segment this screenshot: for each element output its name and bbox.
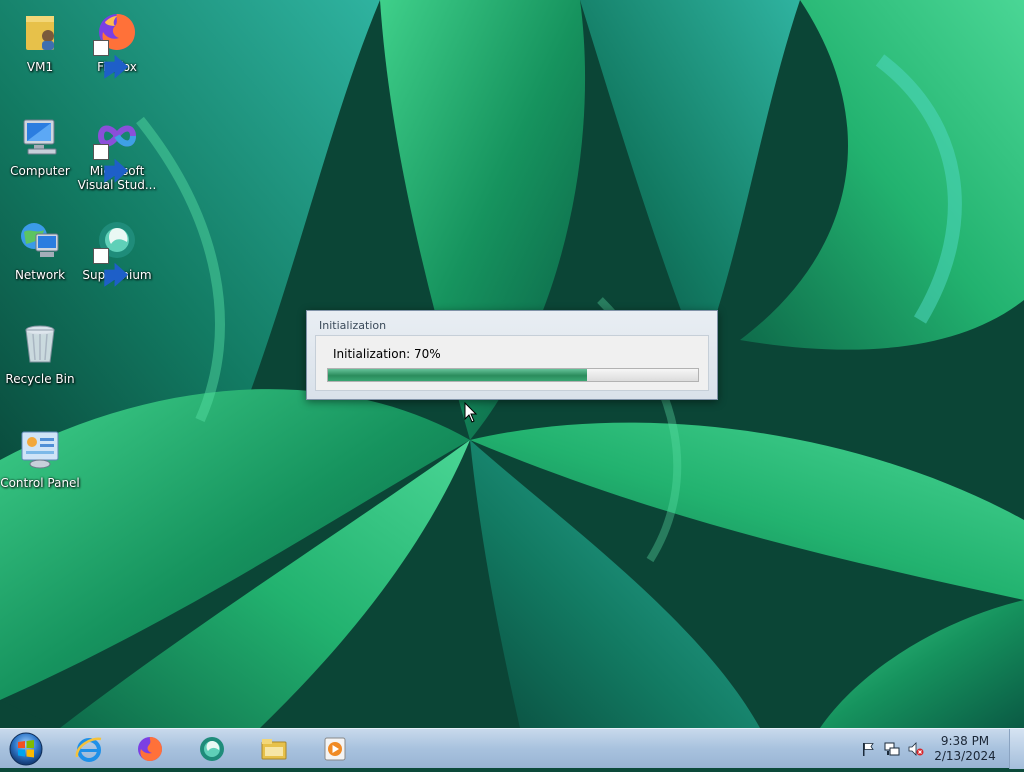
dialog-title: Initialization <box>319 319 387 332</box>
shortcut-arrow-icon <box>93 248 129 287</box>
volume-muted-icon[interactable] <box>908 741 924 757</box>
progress-bar-fill <box>328 369 587 381</box>
clock-time: 9:38 PM <box>940 734 990 748</box>
progress-status-text: Initialization: 70% <box>333 347 441 361</box>
desktop-icon-firefox[interactable]: Firefox <box>77 4 157 96</box>
dialog-body: Initialization: 70% <box>315 335 709 391</box>
taskbar-file-explorer[interactable] <box>245 731 303 767</box>
desktop-icon-control-panel[interactable]: Control Panel <box>0 420 80 512</box>
firefox-icon <box>138 737 162 761</box>
taskbar-media-player[interactable] <box>306 731 364 767</box>
desktop-icon-label: Network <box>14 268 66 282</box>
desktop-icon-visual-studio[interactable]: Microsoft Visual Stud... <box>77 108 157 200</box>
taskbar-supermium[interactable] <box>183 731 241 767</box>
supermium-icon <box>93 216 141 287</box>
visual-studio-icon <box>93 112 141 183</box>
system-tray: 9:38 PM 2/13/2024 <box>854 729 1024 769</box>
windows-start-orb-icon <box>9 732 43 766</box>
action-center-flag-icon[interactable] <box>860 741 876 757</box>
recycle-bin-icon <box>16 320 64 368</box>
desktop-icon-network[interactable]: Network <box>0 212 80 304</box>
start-button[interactable] <box>6 730 46 768</box>
clock-date: 2/13/2024 <box>934 749 996 763</box>
network-icon <box>16 216 64 264</box>
network-tray-icon[interactable] <box>884 741 900 757</box>
desktop-icon-vm1[interactable]: VM1 <box>0 4 80 96</box>
media-player-icon <box>324 737 346 761</box>
desktop-icon-label: Control Panel <box>0 476 80 490</box>
computer-icon <box>16 112 64 160</box>
progress-bar <box>327 368 699 382</box>
desktop-icon-recycle-bin[interactable]: Recycle Bin <box>0 316 80 408</box>
internet-explorer-icon <box>75 737 102 762</box>
desktop-icon-label: VM1 <box>26 60 54 74</box>
initialization-dialog: Initialization Initialization: 70% <box>306 310 718 400</box>
desktop-icon-computer[interactable]: Computer <box>0 108 80 200</box>
file-explorer-icon <box>261 739 287 760</box>
taskbar-firefox[interactable] <box>121 731 179 767</box>
shortcut-arrow-icon <box>93 40 129 79</box>
mouse-cursor-icon <box>464 402 478 423</box>
desktop-icon-supermium[interactable]: Supermium <box>77 212 157 304</box>
user-folder-icon <box>16 8 64 56</box>
desktop-icon-label: Computer <box>10 164 70 178</box>
show-desktop-button[interactable] <box>1009 729 1024 769</box>
supermium-icon <box>200 737 224 761</box>
taskbar: 9:38 PM 2/13/2024 <box>0 728 1024 769</box>
shortcut-arrow-icon <box>93 144 129 183</box>
firefox-icon <box>93 8 141 79</box>
taskbar-clock[interactable]: 9:38 PM 2/13/2024 <box>930 734 1000 764</box>
desktop-icon-label: Recycle Bin <box>5 372 75 386</box>
taskbar-internet-explorer[interactable] <box>60 731 118 767</box>
control-panel-icon <box>16 424 64 472</box>
